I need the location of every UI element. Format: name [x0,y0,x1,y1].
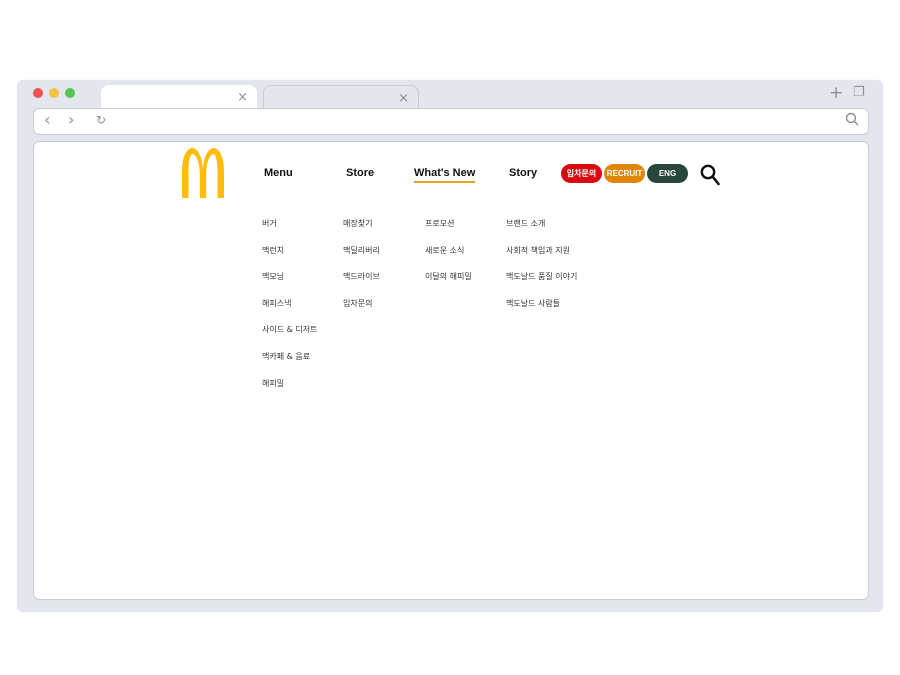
nav-story[interactable]: Story [509,167,537,179]
reload-icon[interactable]: ↻ [96,113,106,127]
story-link[interactable]: 맥도날드 사람들 [506,298,577,325]
menu-link[interactable]: 사이드 & 디저트 [262,324,317,351]
menu-link[interactable]: 맥런치 [262,245,317,272]
site-search-icon[interactable] [700,164,720,186]
store-column: 매장찾기 맥딜리버리 맥드라이브 입차문의 [343,218,380,324]
back-icon[interactable]: ‹ [44,110,50,129]
close-tab-icon[interactable]: × [237,90,248,105]
menu-link[interactable]: 맥카페 & 음료 [262,351,317,378]
restore-icon[interactable]: ❐ [853,85,865,100]
recruit-button[interactable]: RECRUIT [604,164,645,183]
whats-new-link[interactable]: 프로모션 [425,218,472,245]
nav-store[interactable]: Store [346,167,374,179]
story-link[interactable]: 브랜드 소개 [506,218,577,245]
mcdonalds-logo[interactable] [178,146,228,198]
minimize-window-button[interactable] [49,88,59,98]
browser-window: × × + ❐ ‹ › ↻ Menu Store What's New Stor… [17,80,883,612]
nav-whats-new-label: What's New [414,167,476,179]
maximize-window-button[interactable] [65,88,75,98]
store-link[interactable]: 입차문의 [343,298,380,325]
close-window-button[interactable] [33,88,43,98]
active-underline [414,181,476,183]
store-link[interactable]: 매장찾기 [343,218,380,245]
menu-link[interactable]: 해피밀 [262,378,317,405]
search-icon[interactable] [845,112,859,126]
address-bar[interactable]: ‹ › ↻ [33,108,869,135]
whats-new-column: 프로모션 새로운 소식 이달의 해피밀 [425,218,472,298]
new-tab-icon[interactable]: + [829,83,843,103]
page-viewport: Menu Store What's New Story 입차문의 RECRUIT… [33,141,869,600]
story-column: 브랜드 소개 사회적 책임과 지원 맥도날드 품질 이야기 맥도날드 사람들 [506,218,577,324]
menu-link[interactable]: 맥모닝 [262,271,317,298]
whats-new-link[interactable]: 이달의 해피밀 [425,271,472,298]
eng-button[interactable]: ENG [647,164,688,183]
forward-icon[interactable]: › [68,110,74,129]
story-link[interactable]: 사회적 책임과 지원 [506,245,577,272]
nav-menu[interactable]: Menu [264,167,293,179]
menu-link[interactable]: 해피스낵 [262,298,317,325]
store-link[interactable]: 맥드라이브 [343,271,380,298]
store-link[interactable]: 맥딜리버리 [343,245,380,272]
whats-new-link[interactable]: 새로운 소식 [425,245,472,272]
menu-column: 버거 맥런치 맥모닝 해피스낵 사이드 & 디저트 맥카페 & 음료 해피밀 [262,218,317,404]
nav-whats-new[interactable]: What's New [414,167,476,183]
menu-link[interactable]: 버거 [262,218,317,245]
story-link[interactable]: 맥도날드 품질 이야기 [506,271,577,298]
close-tab-icon[interactable]: × [398,91,409,106]
franchise-inquiry-button[interactable]: 입차문의 [561,164,602,183]
